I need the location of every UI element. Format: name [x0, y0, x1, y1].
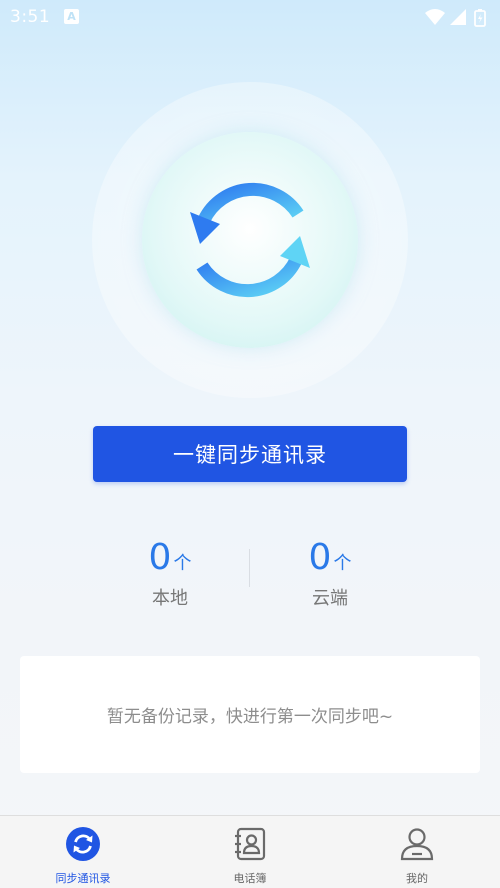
- status-bar: 3:51 A: [0, 0, 500, 34]
- phonebook-icon: [235, 827, 266, 861]
- local-count-unit: 个: [173, 553, 192, 574]
- local-count-label: 本地: [152, 588, 188, 609]
- local-count-value: 0: [148, 537, 172, 578]
- tab-bar: 同步通讯录 电话簿 我的: [0, 815, 500, 888]
- status-icons: [424, 7, 492, 27]
- tab-sync-contacts[interactable]: 同步通讯录: [0, 816, 166, 888]
- wifi-icon: [425, 9, 445, 25]
- tab-phonebook[interactable]: 电话簿: [167, 816, 333, 888]
- tab-phonebook-label: 电话簿: [233, 872, 267, 885]
- user-icon: [400, 828, 434, 861]
- cloud-count-stat: 0个 云端: [270, 536, 390, 610]
- status-time: 3:51: [10, 7, 51, 27]
- tab-mine[interactable]: 我的: [334, 816, 500, 888]
- cloud-count-label: 云端: [312, 588, 348, 609]
- stat-divider: [249, 549, 250, 587]
- cell-signal-icon: [450, 9, 466, 25]
- notification-badge: A: [64, 9, 79, 24]
- empty-backup-message: 暂无备份记录，快进行第一次同步吧~: [106, 707, 394, 727]
- cloud-count-value: 0: [308, 537, 332, 578]
- sync-icon: [190, 182, 310, 298]
- local-count-stat: 0个 本地: [110, 536, 230, 610]
- sync-contacts-button[interactable]: 一键同步通讯录: [93, 426, 407, 482]
- battery-icon: [474, 9, 486, 27]
- backup-records-card: 暂无备份记录，快进行第一次同步吧~: [20, 656, 480, 773]
- tab-sync-contacts-label: 同步通讯录: [55, 872, 111, 885]
- sync-circle-icon: [66, 827, 100, 861]
- tab-mine-label: 我的: [406, 872, 428, 885]
- cloud-count-unit: 个: [333, 553, 352, 574]
